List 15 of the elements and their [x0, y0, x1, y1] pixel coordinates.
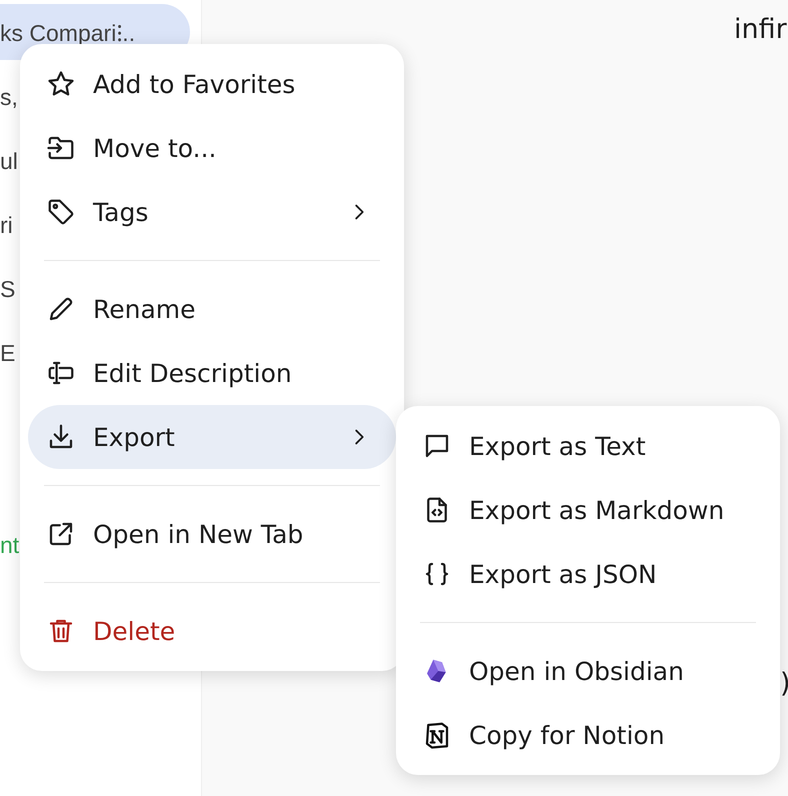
document-text: infir — [734, 14, 787, 45]
menu-item[interactable]: Export as Text — [404, 414, 772, 478]
menu-item[interactable]: Copy for Notion — [404, 703, 772, 767]
menu-item[interactable]: Export as JSON — [404, 542, 772, 606]
menu-item[interactable]: Edit Description — [28, 341, 396, 405]
menu-item[interactable]: Rename — [28, 277, 396, 341]
menu-item[interactable]: Export — [28, 405, 396, 469]
menu-item[interactable]: Delete — [28, 599, 396, 663]
menu-item[interactable]: Export as Markdown — [404, 478, 772, 542]
menu-item[interactable]: Tags — [28, 180, 396, 244]
menu-item[interactable]: Open in New Tab — [28, 502, 396, 566]
document-text: ) — [780, 668, 788, 699]
tag-icon — [46, 197, 76, 227]
menu-item[interactable]: Open in Obsidian — [404, 639, 772, 703]
menu-item[interactable]: Move to... — [28, 116, 396, 180]
